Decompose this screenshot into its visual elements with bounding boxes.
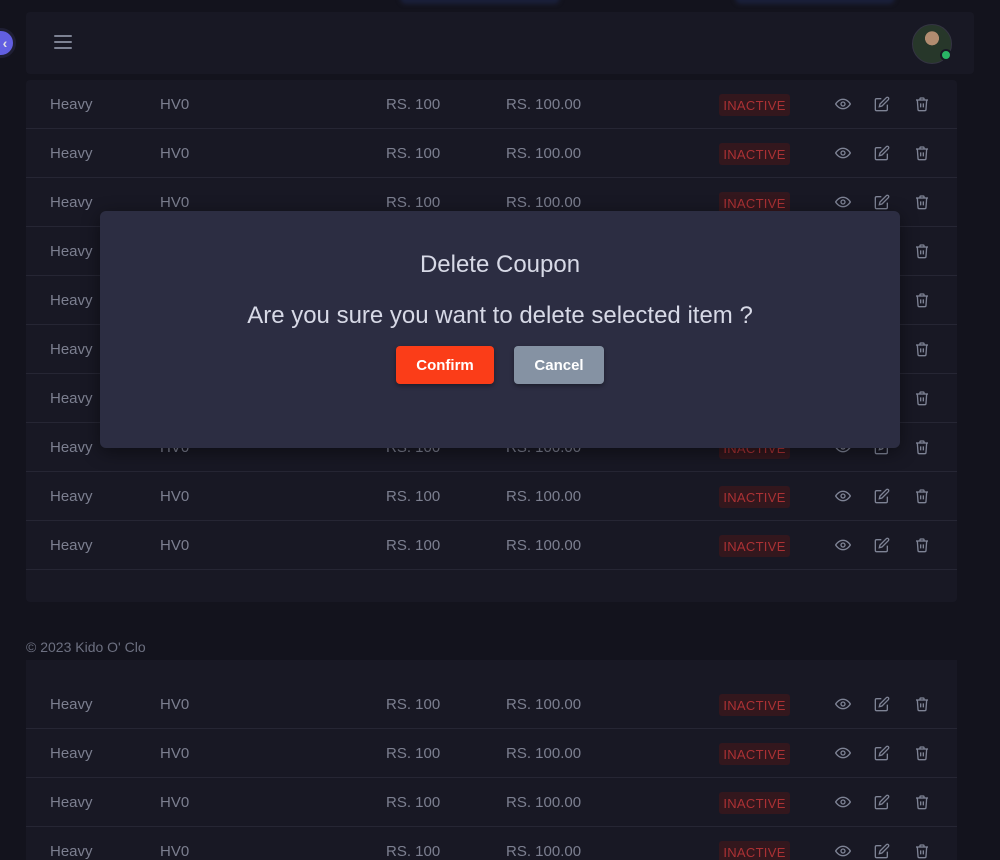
dialog-message: Are you sure you want to delete selected… [247,302,753,329]
dialog-title: Delete Coupon [419,251,581,278]
cancel-button[interactable]: Cancel [514,346,604,384]
delete-confirmation-dialog: Delete Coupon Are you sure you want to d… [100,211,900,448]
confirm-button[interactable]: Confirm [396,346,494,384]
